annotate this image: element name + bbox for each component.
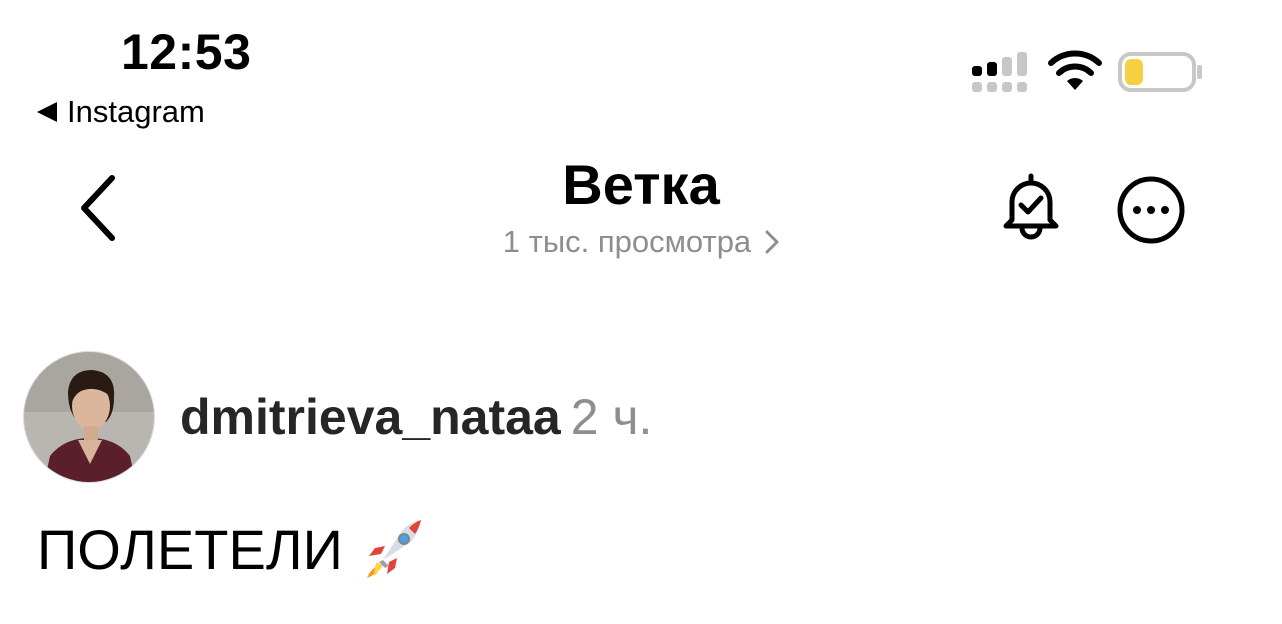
- status-time: 12:53: [121, 24, 252, 80]
- thread-header: Ветка 1 тыс. просмотра: [391, 152, 891, 260]
- back-triangle-icon: [37, 102, 57, 122]
- battery-icon: [1118, 52, 1202, 92]
- post-text-content: ПОЛЕТЕЛИ: [37, 518, 343, 581]
- post-username[interactable]: dmitrieva_nataa: [180, 389, 561, 445]
- bell-check-icon[interactable]: [998, 172, 1064, 242]
- post-text: ПОЛЕТЕЛИ: [37, 518, 425, 582]
- chevron-right-icon: [765, 230, 779, 254]
- views-count: 1 тыс. просмотра: [502, 224, 752, 259]
- post-time: 2 ч.: [570, 389, 653, 445]
- views-link[interactable]: 1 тыс. просмотра: [391, 224, 891, 260]
- back-to-app-link[interactable]: Instagram: [37, 94, 205, 130]
- avatar-photo: [24, 352, 154, 482]
- back-chevron-icon[interactable]: [76, 172, 122, 244]
- thread-screen: 12:53 Instagram Ветка 1 тыс. просмотра d…: [0, 0, 1282, 624]
- cellular-signal-icon: [972, 52, 1027, 92]
- page-title: Ветка: [562, 153, 720, 216]
- post-author-line: dmitrieva_nataa 2 ч.: [180, 388, 652, 446]
- avatar[interactable]: [23, 351, 155, 483]
- rocket-emoji-icon: [366, 520, 421, 578]
- more-dots-icon[interactable]: [1116, 175, 1186, 245]
- wifi-icon: [1048, 50, 1102, 90]
- back-app-label: Instagram: [67, 94, 205, 129]
